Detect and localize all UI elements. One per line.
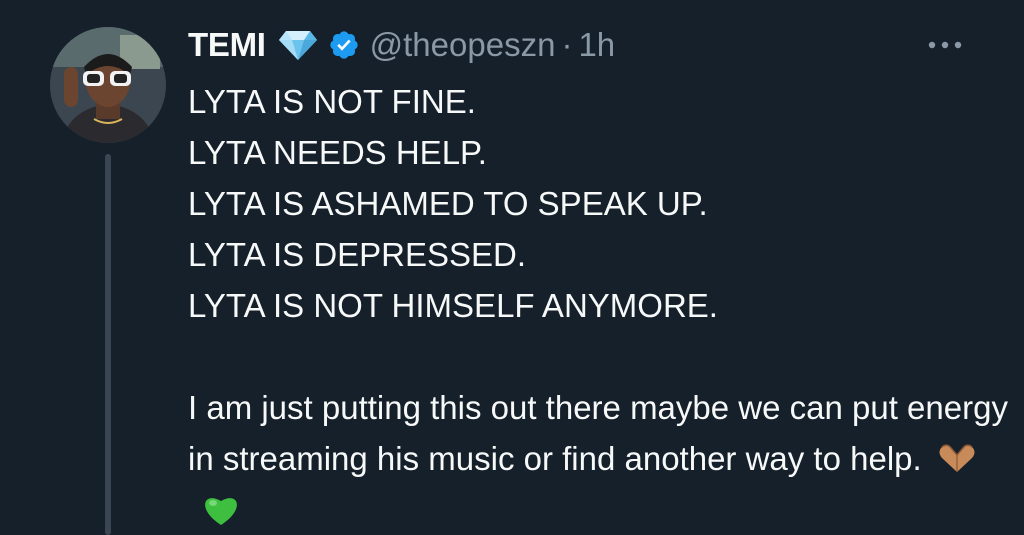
tweet-line: LYTA IS NOT HIMSELF ANYMORE. bbox=[188, 287, 718, 324]
tweet-line: LYTA IS DEPRESSED. bbox=[188, 236, 527, 273]
heart-hands-icon bbox=[936, 442, 978, 476]
avatar[interactable] bbox=[50, 27, 166, 143]
verified-icon[interactable] bbox=[328, 29, 360, 61]
tweet-header: TEMI @theopeszn · 1h bbox=[188, 20, 615, 70]
thread-line bbox=[105, 154, 111, 535]
tweet-timestamp[interactable]: 1h bbox=[578, 26, 615, 64]
tweet-line: LYTA NEEDS HELP. bbox=[188, 134, 487, 171]
tweet-paragraph: I am just putting this out there maybe w… bbox=[188, 382, 1008, 535]
more-options-icon[interactable] bbox=[925, 30, 965, 60]
diamond-icon bbox=[278, 29, 318, 61]
green-heart-icon bbox=[202, 493, 240, 527]
tweet-line: LYTA IS NOT FINE. bbox=[188, 83, 476, 120]
author-name[interactable]: TEMI bbox=[188, 26, 266, 64]
author-handle[interactable]: @theopeszn bbox=[370, 26, 556, 64]
tweet-paragraph-text: I am just putting this out there maybe w… bbox=[188, 389, 1008, 477]
tweet: TEMI @theopeszn · 1h LYTA IS NOT FINE. L… bbox=[0, 0, 1024, 535]
tweet-line: LYTA IS ASHAMED TO SPEAK UP. bbox=[188, 185, 708, 222]
separator-dot: · bbox=[561, 26, 573, 63]
tweet-text: LYTA IS NOT FINE. LYTA NEEDS HELP. LYTA … bbox=[188, 76, 1008, 535]
